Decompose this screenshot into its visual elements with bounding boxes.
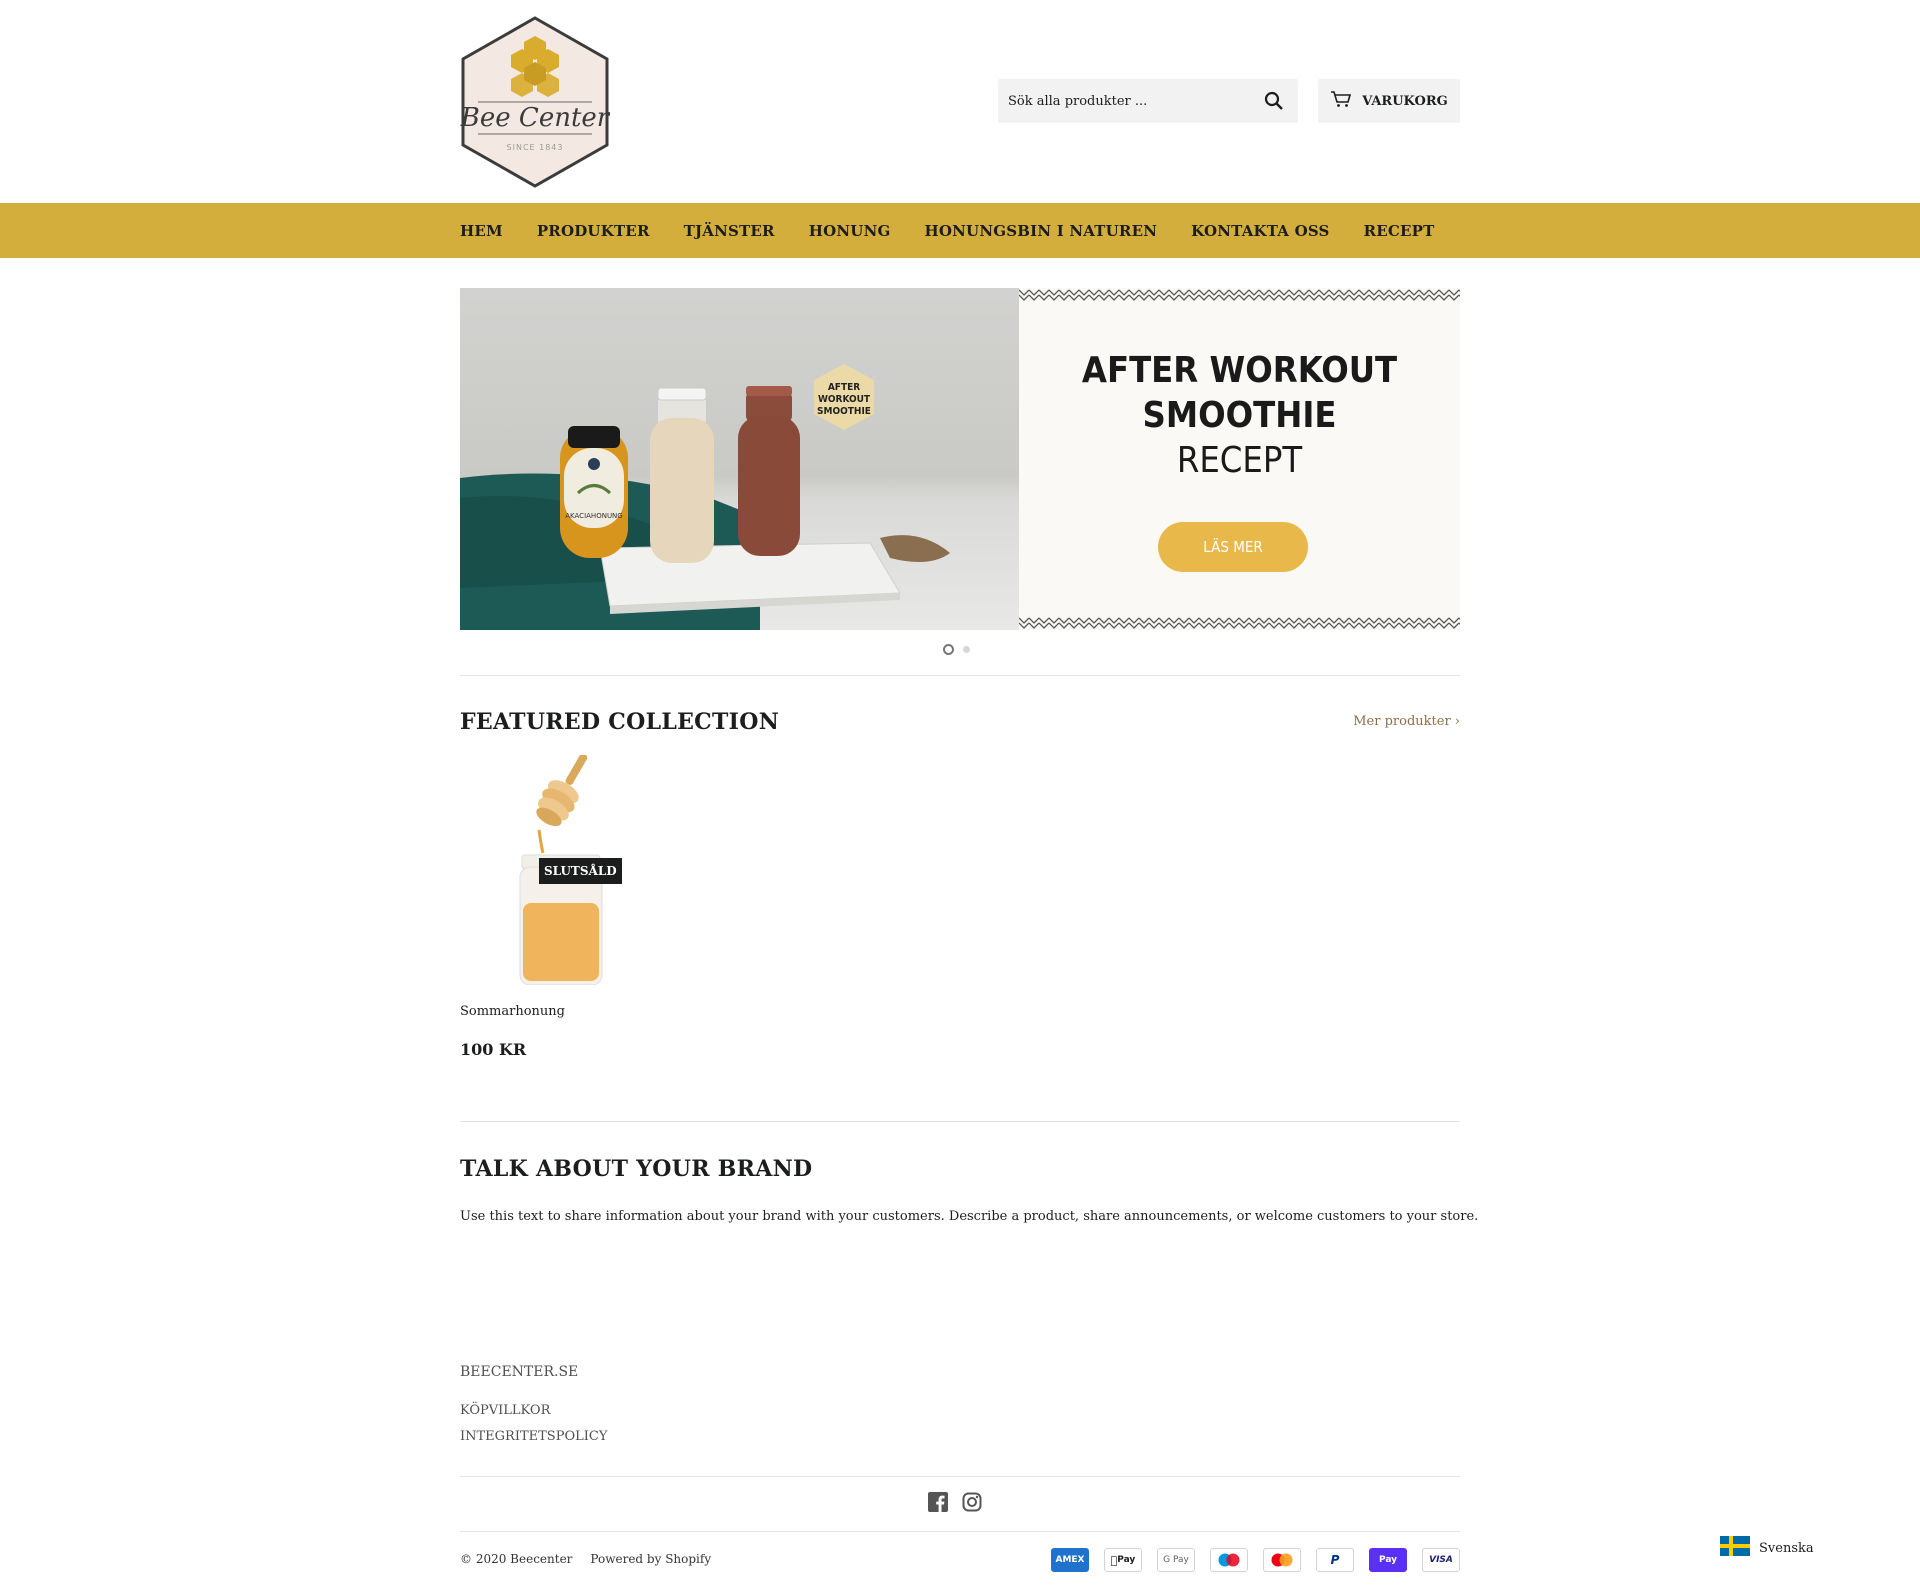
zigzag-border-top bbox=[1019, 288, 1460, 302]
hero-title-line-1: AFTER WORKOUT bbox=[1081, 350, 1398, 391]
facebook-icon[interactable] bbox=[928, 1492, 948, 1512]
hero-title-line-3: RECEPT bbox=[1176, 440, 1303, 481]
footer-link-integritetspolicy[interactable]: INTEGRITETSPOLICY bbox=[460, 1429, 607, 1444]
badge-line-3: SMOOTHIE bbox=[817, 406, 871, 417]
cart-icon bbox=[1330, 90, 1352, 112]
divider bbox=[460, 1476, 1460, 1477]
shop-pay-label: Pay bbox=[1378, 1555, 1398, 1565]
brand-title: TALK ABOUT YOUR BRAND bbox=[460, 1156, 813, 1182]
nav-item-honung[interactable]: HONUNG bbox=[809, 222, 891, 240]
svg-text:Bee Center: Bee Center bbox=[460, 103, 610, 133]
slideshow-dots bbox=[943, 644, 970, 655]
divider bbox=[460, 1531, 1460, 1532]
copyright-link[interactable]: © 2020 Beecenter bbox=[460, 1552, 572, 1566]
svg-text:SINCE 1843: SINCE 1843 bbox=[507, 143, 564, 152]
cart-button[interactable]: VARUKORG bbox=[1318, 79, 1460, 123]
divider bbox=[460, 1121, 1460, 1122]
apple-pay-icon: Pay bbox=[1104, 1548, 1142, 1572]
paypal-label: P bbox=[1330, 1553, 1340, 1567]
sold-out-badge: SLUTSÅLD bbox=[539, 858, 622, 884]
hero-title-line-2: SMOOTHIE bbox=[1142, 395, 1337, 436]
google-pay-icon: G Pay bbox=[1157, 1548, 1195, 1572]
hero-slideshow[interactable]: AKACIAHONUNG AFTER WORKOUT SMOOTHIE AFTE… bbox=[460, 288, 1460, 630]
bee-center-logo[interactable]: Bee Center SINCE 1843 bbox=[460, 16, 611, 188]
instagram-icon[interactable] bbox=[962, 1492, 982, 1512]
hero-title: AFTER WORKOUT SMOOTHIE RECEPT bbox=[1019, 348, 1460, 483]
maestro-icon bbox=[1210, 1548, 1248, 1572]
slide-dot-1[interactable] bbox=[943, 644, 954, 655]
nav-item-produkter[interactable]: PRODUKTER bbox=[537, 222, 650, 240]
copyright-row: © 2020 Beecenter Powered by Shopify bbox=[460, 1552, 711, 1566]
nav-item-kontakta-oss[interactable]: KONTAKTA OSS bbox=[1191, 222, 1329, 240]
brand-text: Use this text to share information about… bbox=[460, 1209, 1479, 1224]
google-pay-label: G Pay bbox=[1163, 1555, 1189, 1565]
search-bar[interactable]: Sök alla produkter ... bbox=[998, 79, 1298, 123]
jar-label: AKACIAHONUNG bbox=[565, 512, 622, 520]
powered-by-link[interactable]: Powered by Shopify bbox=[590, 1552, 711, 1566]
visa-label: VISA bbox=[1429, 1555, 1453, 1565]
more-products-link[interactable]: Mer produkter › bbox=[1353, 714, 1460, 729]
divider bbox=[460, 675, 1460, 676]
hero-photo: AKACIAHONUNG AFTER WORKOUT SMOOTHIE bbox=[460, 288, 1019, 630]
paypal-icon: P bbox=[1316, 1548, 1354, 1572]
nav-item-tjanster[interactable]: TJÄNSTER bbox=[684, 222, 775, 240]
cart-label: VARUKORG bbox=[1362, 93, 1448, 109]
main-nav: HEM PRODUKTER TJÄNSTER HONUNG HONUNGSBIN… bbox=[0, 203, 1920, 258]
read-more-button[interactable]: LÄS MER bbox=[1158, 522, 1308, 572]
mastercard-icon bbox=[1263, 1548, 1301, 1572]
visa-icon: VISA bbox=[1422, 1548, 1460, 1572]
product-name[interactable]: Sommarhonung bbox=[460, 1004, 565, 1019]
sweden-flag-icon bbox=[1720, 1536, 1750, 1560]
product-price: 100 KR bbox=[460, 1040, 527, 1059]
badge-line-1: AFTER bbox=[828, 382, 860, 393]
search-icon[interactable] bbox=[1260, 87, 1288, 115]
nav-item-hem[interactable]: HEM bbox=[460, 222, 503, 240]
hero-text-panel: AFTER WORKOUT SMOOTHIE RECEPT LÄS MER bbox=[1019, 288, 1460, 630]
search-input[interactable]: Sök alla produkter ... bbox=[1008, 94, 1260, 109]
slide-dot-2[interactable] bbox=[963, 646, 970, 653]
amex-label: AMEX bbox=[1055, 1555, 1085, 1565]
featured-collection-title: FEATURED COLLECTION bbox=[460, 709, 780, 735]
badge-line-2: WORKOUT bbox=[818, 394, 871, 405]
footer-heading: BEECENTER.SE bbox=[460, 1364, 579, 1380]
zigzag-border-bottom bbox=[1019, 616, 1460, 630]
language-selector[interactable]: Svenska bbox=[1720, 1536, 1814, 1560]
nav-item-honungsbin[interactable]: HONUNGSBIN I NATUREN bbox=[925, 222, 1158, 240]
apple-pay-label: Pay bbox=[1113, 1555, 1135, 1565]
nav-item-recept[interactable]: RECEPT bbox=[1364, 222, 1435, 240]
shop-pay-icon: Pay bbox=[1369, 1548, 1407, 1572]
language-label: Svenska bbox=[1759, 1540, 1814, 1556]
footer-link-kopvillkor[interactable]: KÖPVILLKOR bbox=[460, 1403, 550, 1418]
amex-icon: AMEX bbox=[1051, 1548, 1089, 1572]
